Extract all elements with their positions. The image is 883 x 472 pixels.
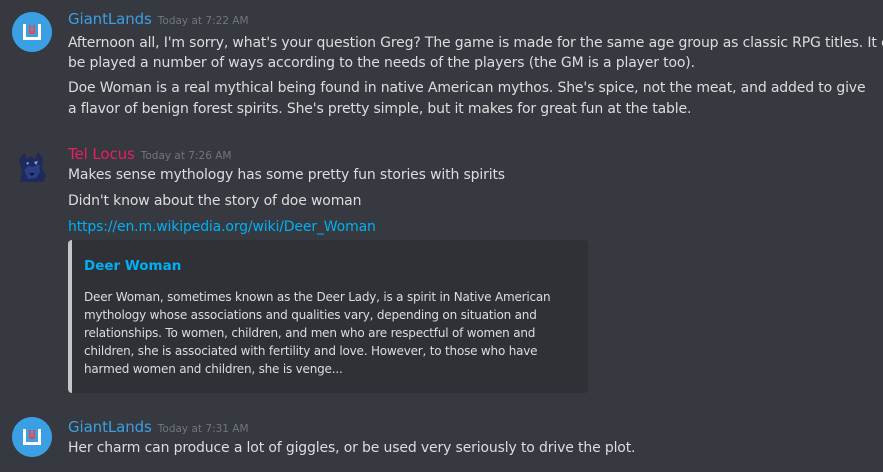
message-text: Her charm can produce a lot of giggles, … [68, 440, 636, 456]
message-group-giantlands-2: GiantLands Today at 7:31 AM Her charm can… [0, 0, 883, 472]
username[interactable]: GiantLands [68, 418, 152, 436]
timestamp: Today at 7:31 AM [157, 423, 249, 435]
message-header: GiantLands Today at 7:31 AM [68, 417, 249, 436]
avatar[interactable] [12, 417, 52, 457]
giantlands-logo-icon [12, 417, 52, 457]
